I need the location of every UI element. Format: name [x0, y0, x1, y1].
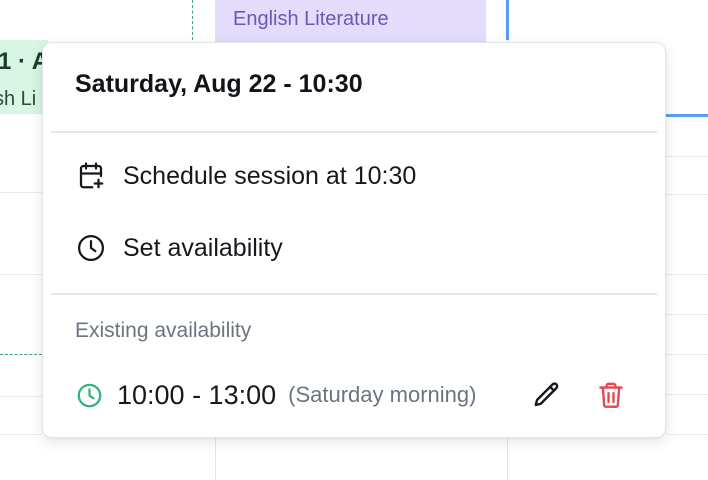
- trash-icon: [599, 382, 623, 408]
- selection-outline: [0, 354, 42, 355]
- hour-line: [666, 156, 708, 157]
- current-time-indicator: [664, 114, 708, 117]
- hour-line: [666, 394, 708, 395]
- schedule-session-label: Schedule session at 10:30: [123, 161, 417, 190]
- hour-line: [0, 434, 42, 435]
- availability-time: 10:00 - 13:00: [117, 379, 277, 410]
- divider: [51, 293, 657, 295]
- delete-availability-button[interactable]: [593, 377, 629, 413]
- schedule-session-button[interactable]: Schedule session at 10:30: [43, 148, 665, 204]
- event-title: 1 · A: [0, 48, 48, 75]
- clock-icon: [75, 232, 107, 264]
- divider: [51, 131, 657, 133]
- hour-line: [666, 354, 708, 355]
- event-title: English Literature: [233, 8, 389, 30]
- hour-line: [666, 314, 708, 315]
- set-availability-button[interactable]: Set availability: [43, 220, 665, 276]
- availability-note: (Saturday morning): [288, 382, 477, 407]
- pencil-icon: [534, 382, 559, 407]
- edit-availability-button[interactable]: [529, 377, 565, 413]
- calendar-plus-icon: [75, 160, 107, 192]
- hour-line: [0, 192, 42, 193]
- hour-line: [666, 434, 708, 435]
- calendar-event[interactable]: 1 · A sh Li: [0, 40, 48, 114]
- popover-title: Saturday, Aug 22 - 10:30: [75, 70, 363, 98]
- event-subtitle: sh Li: [0, 88, 37, 110]
- selection-outline: [192, 0, 193, 40]
- hour-line: [0, 396, 42, 397]
- hour-line: [0, 274, 42, 275]
- hour-line: [666, 274, 708, 275]
- clock-icon: [75, 381, 103, 409]
- time-slot-popover: Saturday, Aug 22 - 10:30 Schedule sessio…: [42, 42, 666, 438]
- calendar-event[interactable]: English Literature: [215, 0, 486, 42]
- existing-availability-heading: Existing availability: [75, 319, 252, 342]
- current-time-indicator: [506, 0, 509, 40]
- hour-line: [666, 194, 708, 195]
- availability-item: 10:00 - 13:00 (Saturday morning): [75, 373, 633, 417]
- set-availability-label: Set availability: [123, 233, 283, 262]
